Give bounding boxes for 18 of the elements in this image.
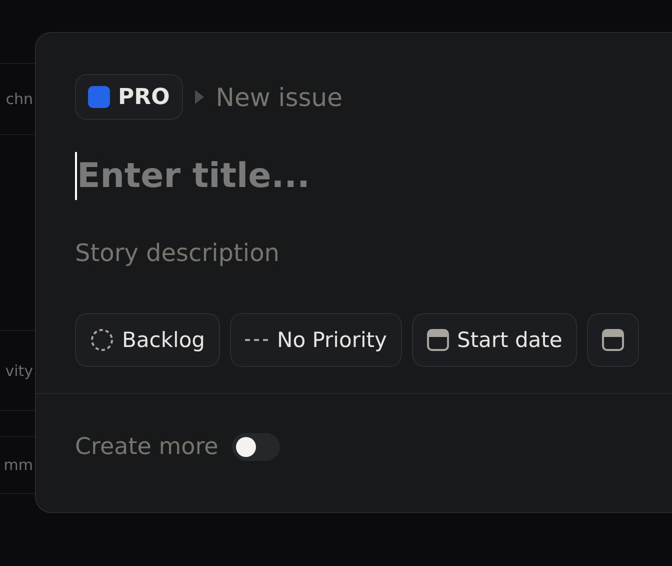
create-more-toggle[interactable]: [232, 433, 280, 461]
row-text: chn: [6, 90, 34, 108]
title-field[interactable]: Enter title...: [75, 152, 597, 200]
create-more-label: Create more: [75, 434, 218, 460]
chevron-right-icon: [194, 90, 204, 104]
row-text: vity: [5, 362, 34, 380]
description-field[interactable]: Story description: [75, 236, 475, 270]
status-button[interactable]: Backlog: [75, 313, 220, 367]
project-chip[interactable]: PRO: [75, 74, 183, 120]
priority-button[interactable]: No Priority: [230, 313, 402, 367]
date-button[interactable]: [587, 313, 640, 367]
breadcrumb-text: New issue: [216, 82, 342, 112]
row-text: mm: [4, 456, 34, 474]
calendar-icon: [602, 328, 624, 352]
calendar-icon: [426, 328, 449, 352]
dashed-circle-icon: [90, 328, 114, 352]
date-button[interactable]: Start date: [412, 313, 578, 367]
dashes-icon: [245, 338, 269, 342]
